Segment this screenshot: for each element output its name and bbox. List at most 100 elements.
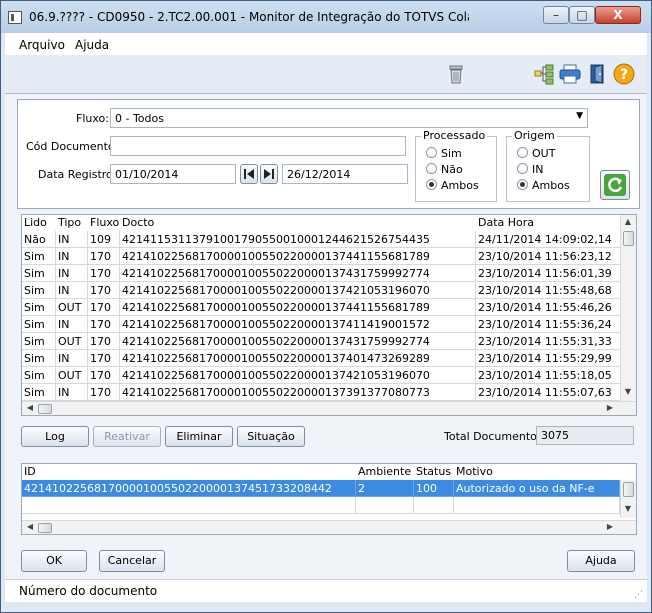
cell-tipo: IN: [56, 282, 88, 299]
table-row-empty[interactable]: [22, 497, 636, 514]
processado-sim-radio[interactable]: Sim: [426, 147, 462, 160]
table-row[interactable]: Sim IN 170 42141022568170000100550220000137…: [22, 350, 636, 367]
first-page-button[interactable]: [240, 164, 258, 184]
cell-lido: Sim: [22, 299, 56, 316]
svg-text:?: ?: [620, 67, 628, 83]
eliminar-button[interactable]: Eliminar: [165, 426, 233, 447]
scroll-down-icon[interactable]: ▼: [622, 387, 634, 396]
scroll-left-icon[interactable]: ◀: [24, 522, 36, 531]
cell-status: 100: [414, 480, 454, 497]
tree-icon[interactable]: [533, 63, 555, 85]
scroll-thumb[interactable]: [623, 482, 634, 497]
table-row[interactable]: 4214102256817000010055022000013745173320…: [22, 480, 636, 497]
help-icon[interactable]: ?: [613, 63, 635, 85]
processado-group: Processado Sim Não Ambos: [415, 129, 497, 202]
data-registro-label: Data Registro:: [38, 168, 117, 181]
processado-legend: Processado: [421, 129, 488, 142]
radio-label: Ambos: [441, 179, 479, 192]
header-status[interactable]: Status: [414, 464, 454, 480]
header-data-hora[interactable]: Data Hora: [476, 215, 622, 231]
scroll-thumb[interactable]: [38, 523, 52, 533]
printer-icon[interactable]: [559, 63, 581, 85]
header-lido[interactable]: Lido: [22, 215, 56, 231]
documents-vertical-scrollbar[interactable]: ▲ ▼: [620, 215, 636, 401]
cell-lido: Sim: [22, 333, 56, 350]
origem-out-radio[interactable]: OUT: [517, 147, 555, 160]
table-row[interactable]: Sim IN 170 42141022568170000100550220000137…: [22, 282, 636, 299]
scroll-right-icon[interactable]: ▶: [604, 403, 616, 412]
last-page-button[interactable]: [260, 164, 278, 184]
radio-selected-icon: [426, 179, 437, 190]
ok-button[interactable]: OK: [21, 550, 87, 572]
menu-ajuda[interactable]: Ajuda: [75, 38, 109, 52]
cell-fluxo: 170: [88, 265, 120, 282]
table-row[interactable]: Sim IN 170 42141022568170000100550220000137…: [22, 384, 636, 401]
scroll-down-icon[interactable]: ▼: [622, 504, 634, 513]
cell-fluxo: 170: [88, 316, 120, 333]
table-row[interactable]: Sim OUT 170 4214102256817000010055022000013…: [22, 299, 636, 316]
header-motivo[interactable]: Motivo: [454, 464, 622, 480]
log-button[interactable]: Log: [21, 426, 89, 447]
header-ambiente[interactable]: Ambiente: [356, 464, 414, 480]
cod-documento-label: Cód Documento:: [26, 140, 119, 153]
cancelar-button[interactable]: Cancelar: [99, 550, 165, 572]
header-id[interactable]: ID: [22, 464, 356, 480]
cell-ambiente: 2: [356, 480, 414, 497]
ajuda-button[interactable]: Ajuda: [567, 550, 635, 572]
processado-ambos-radio[interactable]: Ambos: [426, 179, 479, 192]
scroll-thumb[interactable]: [623, 231, 634, 246]
data-inicio-input[interactable]: 01/10/2014: [110, 164, 236, 184]
scroll-thumb[interactable]: [38, 404, 52, 414]
total-documentos-value: 3075: [536, 426, 634, 445]
reativar-button[interactable]: Reativar: [93, 426, 161, 447]
resize-grip-icon[interactable]: ⋰: [634, 590, 643, 600]
situacao-button[interactable]: Situação: [237, 426, 305, 447]
fluxo-select[interactable]: 0 - Todos ▼: [110, 108, 588, 128]
cell-fluxo: 170: [88, 350, 120, 367]
cell-lido: Sim: [22, 367, 56, 384]
header-docto[interactable]: Docto: [120, 215, 476, 231]
documents-table: Lido Tipo Fluxo Docto Data Hora Não IN 109…: [21, 214, 637, 416]
documents-horizontal-scrollbar[interactable]: ◀ ▶: [22, 401, 636, 415]
table-row[interactable]: Sim IN 170 42141022568170000100550220000137…: [22, 248, 636, 265]
table-row[interactable]: Sim OUT 170 4214102256817000010055022000013…: [22, 333, 636, 350]
trash-icon[interactable]: [445, 63, 467, 85]
filter-group: Fluxo: 0 - Todos ▼ Cód Documento: Data R…: [17, 99, 640, 209]
cell-lido: Sim: [22, 350, 56, 367]
origem-ambos-radio[interactable]: Ambos: [517, 179, 570, 192]
cell-lido: Sim: [22, 282, 56, 299]
processado-nao-radio[interactable]: Não: [426, 163, 463, 176]
cod-documento-input[interactable]: [110, 136, 406, 156]
cell-data-hora: 24/11/2014 14:09:02,14: [476, 231, 622, 248]
close-button[interactable]: X: [595, 6, 641, 24]
data-fim-input[interactable]: 26/12/2014: [282, 164, 408, 184]
cell-data-hora: 23/10/2014 11:55:31,33: [476, 333, 622, 350]
minimize-button[interactable]: –: [543, 6, 569, 24]
radio-icon: [517, 163, 528, 174]
header-tipo[interactable]: Tipo: [56, 215, 88, 231]
chevron-down-icon: ▼: [576, 111, 583, 121]
status-text: Número do documento: [19, 584, 158, 598]
detail-horizontal-scrollbar[interactable]: ◀ ▶: [22, 520, 636, 534]
cell-id: 4214102256817000010055022000013745173320…: [22, 480, 356, 497]
scroll-right-icon[interactable]: ▶: [604, 522, 616, 531]
menu-arquivo[interactable]: Arquivo: [19, 38, 65, 52]
exit-door-icon[interactable]: [587, 63, 609, 85]
cell-data-hora: 23/10/2014 11:55:07,63: [476, 384, 622, 401]
table-row[interactable]: Não IN 109 42141153113791001790550010001244…: [22, 231, 636, 248]
refresh-button[interactable]: [600, 170, 630, 200]
cell-docto: 4214102256817000010055022000013742105319…: [120, 367, 476, 384]
table-row[interactable]: Sim OUT 170 4214102256817000010055022000013…: [22, 367, 636, 384]
fluxo-select-value: 0 - Todos: [115, 112, 164, 125]
scroll-left-icon[interactable]: ◀: [24, 403, 36, 412]
table-row[interactable]: Sim IN 170 42141022568170000100550220000137…: [22, 265, 636, 282]
maximize-button[interactable]: □: [569, 6, 595, 24]
cell-fluxo: 170: [88, 384, 120, 401]
cell-tipo: IN: [56, 316, 88, 333]
detail-vertical-scrollbar[interactable]: ▼: [620, 480, 636, 518]
scroll-up-icon[interactable]: ▲: [622, 217, 634, 226]
origem-in-radio[interactable]: IN: [517, 163, 543, 176]
header-fluxo[interactable]: Fluxo: [88, 215, 120, 231]
cell-tipo: IN: [56, 248, 88, 265]
table-row[interactable]: Sim IN 170 42141022568170000100550220000137…: [22, 316, 636, 333]
